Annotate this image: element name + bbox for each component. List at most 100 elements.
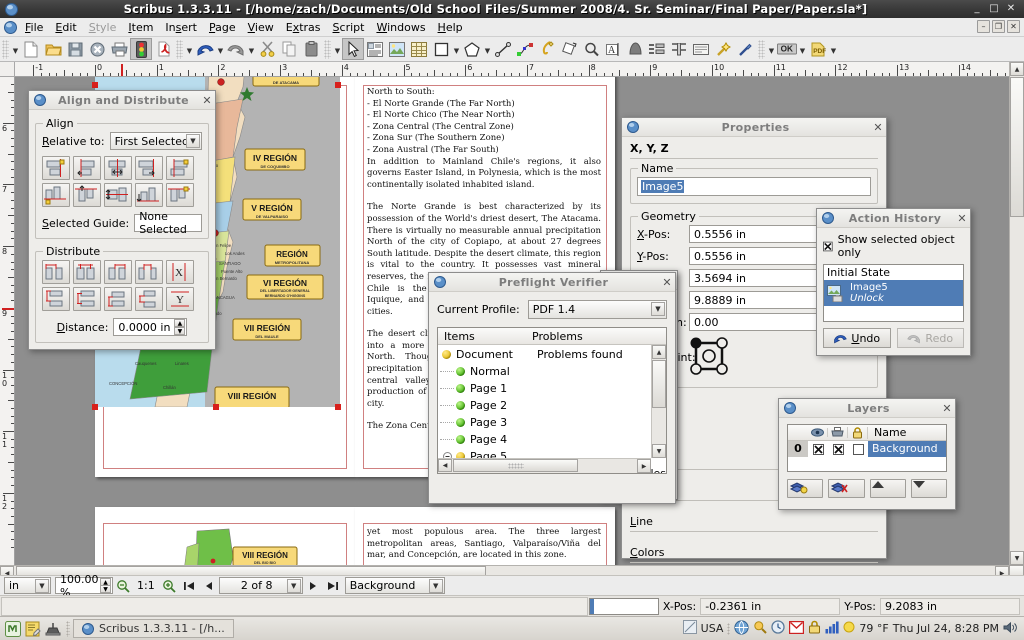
spin-down-icon[interactable]: ▼ [174, 327, 185, 335]
selection-handle-tr[interactable] [335, 82, 341, 88]
preflight-hscrollbar[interactable]: ◀ [438, 458, 651, 473]
previous-page-icon[interactable] [199, 576, 219, 596]
clock-icon[interactable] [771, 620, 785, 637]
scroll-up-icon[interactable]: ▲ [1010, 62, 1024, 76]
relative-to-combo[interactable]: First Selected ▼ [110, 132, 202, 150]
bezier-curve-icon[interactable] [514, 38, 536, 60]
tree-row-page-3[interactable]: Page 3 [440, 414, 666, 431]
redo-icon[interactable] [225, 38, 247, 60]
zoom-icon[interactable] [580, 38, 602, 60]
center-vertical-icon[interactable] [104, 183, 132, 207]
distribute-horizontal-gaps-icon[interactable] [135, 260, 163, 284]
undo-icon[interactable] [194, 38, 216, 60]
tree-row-page-1[interactable]: Page 1 [440, 380, 666, 397]
raise-layer-icon[interactable] [870, 479, 906, 498]
menu-edit[interactable]: Edit [49, 19, 82, 36]
toolbar-grip-2[interactable] [176, 40, 183, 59]
keyboard-layout-icon[interactable] [683, 620, 697, 637]
distribute-vertical-gaps-icon[interactable] [135, 287, 163, 311]
horizontal-ruler[interactable]: -101234567891011121314 [15, 62, 1009, 77]
lock-icon[interactable] [848, 427, 868, 439]
toolbar-grip-4[interactable] [758, 40, 765, 59]
align-right-sides-icon[interactable] [135, 156, 163, 180]
menu-view[interactable]: View [242, 19, 280, 36]
distribute-horizontal-centers-icon[interactable] [73, 260, 101, 284]
align-tops-bottom-icon[interactable] [166, 183, 194, 207]
align-and-distribute-dialog[interactable]: Align and Distribute ✕ Align Relative to… [28, 90, 216, 350]
layer-lock-checkbox[interactable] [848, 444, 868, 455]
freehand-line-icon[interactable] [536, 38, 558, 60]
distance-input[interactable]: 0.0000 in ▲ ▼ [113, 318, 187, 336]
export-pdf-icon[interactable] [152, 38, 174, 60]
shape-dropdown-icon[interactable]: ▼ [452, 38, 461, 60]
menu-help[interactable]: Help [432, 19, 469, 36]
page-4[interactable]: yet most populous area. The three larges… [355, 507, 615, 565]
action-history-dialog[interactable]: Action History ✕ Show selected object on… [816, 208, 971, 356]
menu-extras[interactable]: Extras [280, 19, 327, 36]
magic-wand-icon[interactable] [712, 38, 734, 60]
page-3-map-image[interactable]: CONCEPCIÓN Los Angeles VIII REGIÓN DEL B… [109, 527, 309, 565]
print-icon[interactable] [108, 38, 130, 60]
spin-down-icon[interactable]: ▼ [100, 585, 111, 593]
scroll-down-icon[interactable]: ▼ [1010, 551, 1024, 565]
menu-script[interactable]: Script [327, 19, 371, 36]
chevron-down-icon[interactable]: ▼ [287, 579, 301, 593]
last-page-icon[interactable] [323, 576, 343, 596]
tree-row-page-2[interactable]: Page 2 [440, 397, 666, 414]
action-history-close-icon[interactable]: ✕ [954, 212, 970, 225]
mdi-maximize-icon[interactable]: ❐ [992, 20, 1005, 33]
col-name-header[interactable]: Name [868, 426, 946, 439]
table-frame-icon[interactable] [408, 38, 430, 60]
preflight-tree[interactable]: Items Problems Document Problems found N… [437, 327, 667, 474]
center-horizontal-icon[interactable] [104, 156, 132, 180]
edit-contents-icon[interactable]: A [602, 38, 624, 60]
selected-guide-value[interactable]: None Selected [134, 214, 202, 232]
page-4-text-frame[interactable]: yet most populous area. The three larges… [367, 527, 601, 562]
redo-dropdown-icon[interactable]: ▼ [247, 38, 256, 60]
chevron-down-icon[interactable]: ▼ [186, 134, 200, 148]
preflight-vscrollbar[interactable]: ▲ ▼ [651, 345, 666, 458]
align-right-sides-left-icon[interactable] [42, 156, 70, 180]
menu-icon[interactable] [3, 619, 23, 639]
paste-icon[interactable] [300, 38, 322, 60]
zoom-out-icon[interactable] [113, 576, 133, 596]
layer-name[interactable]: Background [868, 441, 946, 457]
tree-row-document[interactable]: Document Problems found [440, 346, 666, 363]
cut-icon[interactable] [256, 38, 278, 60]
menu-insert[interactable]: Insert [159, 19, 203, 36]
zoom-in-icon[interactable] [159, 576, 179, 596]
link-text-frames-icon[interactable] [624, 38, 646, 60]
mdi-restore-icon[interactable]: – [977, 20, 990, 33]
toolbar-overflow-2-icon[interactable]: ▼ [185, 38, 194, 60]
text-editor-icon[interactable] [23, 619, 43, 639]
close-icon[interactable]: ✕ [1006, 4, 1016, 14]
toolbar-overflow-icon[interactable]: ▼ [11, 38, 20, 60]
terminal-icon[interactable] [43, 619, 63, 639]
scroll-up-icon[interactable]: ▲ [652, 345, 666, 359]
add-layer-icon[interactable] [787, 479, 823, 498]
zoom-input[interactable]: 100.00 % ▲ ▼ [55, 577, 113, 594]
pdf-tools-icon[interactable]: PDF [807, 38, 829, 60]
scroll-left-icon[interactable]: ◀ [438, 459, 452, 472]
basepoint-selector[interactable] [689, 336, 729, 379]
layer-print-checkbox[interactable] [828, 444, 848, 455]
unlink-text-frames-icon[interactable] [646, 38, 668, 60]
col-items-header[interactable]: Items [438, 330, 526, 343]
taskbar-scribus-window[interactable]: Scribus 1.3.3.11 - [/h... [73, 619, 234, 638]
table-row[interactable]: 0 Background [788, 441, 946, 457]
next-page-icon[interactable] [303, 576, 323, 596]
distribute-left-edges-icon[interactable] [42, 260, 70, 284]
chevron-down-icon[interactable]: ▼ [429, 579, 443, 593]
layer-combo[interactable]: Background ▼ [345, 577, 445, 594]
minimize-icon[interactable]: _ [972, 4, 982, 14]
selection-handle-tl[interactable] [92, 82, 98, 88]
security-icon[interactable] [808, 620, 821, 637]
ruler-corner[interactable] [0, 62, 15, 77]
copy-item-properties-icon[interactable] [690, 38, 712, 60]
scroll-down-icon[interactable]: ▼ [652, 444, 666, 458]
eye-dropper-icon[interactable] [734, 38, 756, 60]
menu-page[interactable]: Page [203, 19, 242, 36]
selection-handle-bm[interactable] [213, 404, 219, 410]
close-document-icon[interactable] [86, 38, 108, 60]
selection-handle-bl[interactable] [92, 404, 98, 410]
